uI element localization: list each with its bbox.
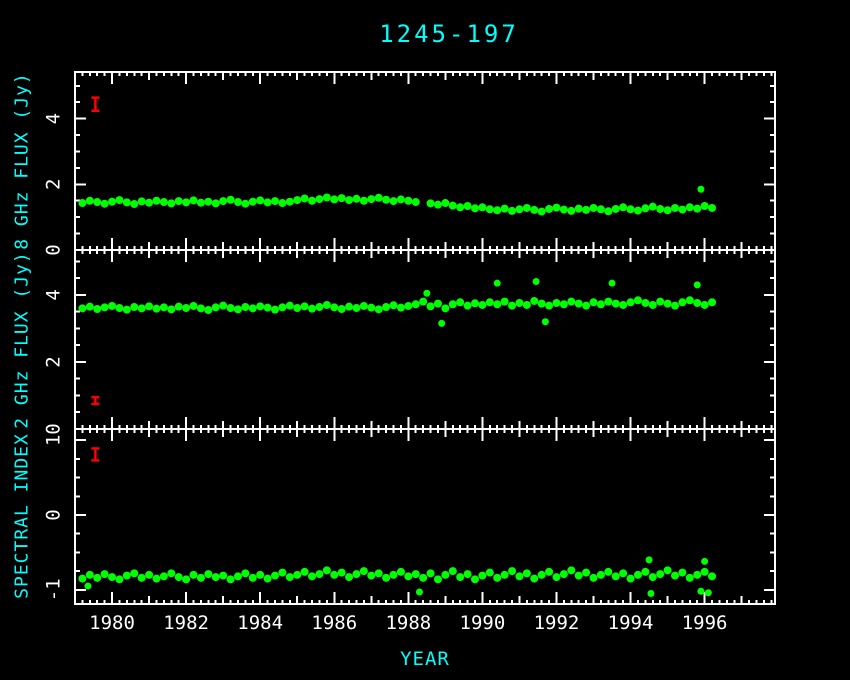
x-tick-label: 1986: [311, 612, 357, 634]
panel-spectral-index: 1 0 -1: [43, 429, 776, 604]
x-tick-label: 1982: [163, 612, 209, 634]
y-tick-label: 2: [43, 356, 65, 367]
y-tick-label: 4: [43, 113, 65, 124]
x-tick-label: 1996: [682, 612, 728, 634]
y-tick-label: 0: [43, 509, 65, 520]
y-tick-label: 0: [43, 423, 65, 434]
x-tick-labels: 1980 1982 1984 1986 1988 1990 1992 1994 1996: [89, 612, 727, 634]
data-points: [78, 296, 716, 314]
sample-error-bar: [91, 98, 99, 111]
frame-and-ticks: [75, 72, 775, 250]
panel-2ghz-flux: 0 2 4: [43, 250, 776, 435]
x-tick-label: 1988: [385, 612, 431, 634]
plot-page: { "title": "1245-197", "xlabel": "YEAR",…: [0, 0, 850, 680]
x-tick-label: 1994: [608, 612, 654, 634]
y-tick-label: 2: [43, 179, 65, 190]
y-tick-label: 1: [43, 434, 65, 445]
sample-error-bar: [91, 448, 99, 460]
frame-and-ticks: [75, 250, 775, 429]
y-tick-label: 4: [43, 289, 65, 300]
x-axis-label: YEAR: [400, 648, 450, 670]
outlier-points: [697, 186, 704, 193]
panel-8ghz-flux: 0 2 4: [43, 72, 776, 256]
data-points: [78, 193, 716, 215]
x-tick-label: 1992: [534, 612, 580, 634]
y-tick-label: -1: [43, 578, 65, 601]
x-tick-label: 1980: [89, 612, 135, 634]
data-points: [78, 566, 716, 583]
sample-error-bar: [91, 397, 99, 404]
chart-canvas: 02402410-1198019821984198619881990199219…: [0, 0, 850, 680]
y-tick-label: 0: [43, 244, 65, 255]
x-tick-label: 1984: [237, 612, 283, 634]
x-tick-label: 1990: [460, 612, 506, 634]
